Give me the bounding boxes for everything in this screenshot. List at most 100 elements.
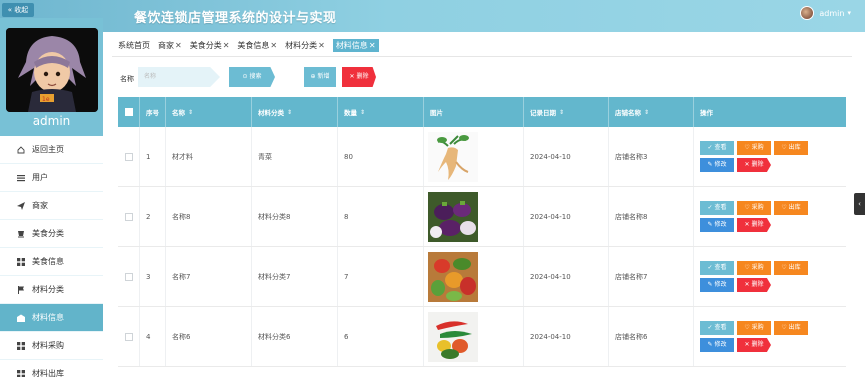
delete-button[interactable]: ✕ 删除 [342,67,376,87]
add-button[interactable]: ⊕ 新增 [304,67,336,87]
row-checkbox[interactable] [125,212,133,221]
cell-no: 1 [140,127,166,186]
select-all-cell[interactable] [118,97,140,127]
sidebar-item-label: 美食分类 [32,229,64,238]
send-icon [17,201,25,210]
edit-button[interactable]: ✎ 修改 [700,338,734,352]
outbound-button[interactable]: ♡ 出库 [774,201,808,215]
tag-merchants[interactable]: 商家✕ [158,40,182,51]
tag-home[interactable]: 系统首页 [118,40,150,51]
cell-ops: ✓ 查看 ♡ 采购 ♡ 出库 ✎ 修改 ✕ 删除 [694,307,846,366]
row-delete-button[interactable]: ✕ 删除 [737,218,771,232]
close-icon[interactable]: ✕ [223,41,230,50]
edit-button[interactable]: ✎ 修改 [700,158,734,172]
header-date[interactable]: 记录日期 ⇕ [524,97,609,127]
tag-material-info[interactable]: 材料信息✕ [332,38,379,52]
header-qty[interactable]: 数量 ⇕ [338,97,424,127]
cell-name: 材才料 [166,127,252,186]
header-store[interactable]: 店铺名称 ⇕ [609,97,694,127]
sidebar-item-material-purchase[interactable]: 材料采购 [0,332,103,360]
outbound-button[interactable]: ♡ 出库 [774,141,808,155]
header-label: 操作 [700,109,713,117]
row-delete-button[interactable]: ✕ 删除 [737,338,771,352]
row-select-cell[interactable] [118,307,140,366]
cell-category: 青菜 [252,127,338,186]
tag-label: 材料信息 [335,40,368,50]
header-category[interactable]: 材料分类 ⇕ [252,97,338,127]
tag-material-category[interactable]: 材料分类✕ [285,40,325,51]
sort-icon[interactable]: ⇕ [188,109,193,116]
sidebar-item-home[interactable]: 返回主页 [0,136,103,164]
sort-icon[interactable]: ⇕ [644,109,649,116]
close-icon[interactable]: ✕ [270,41,277,50]
close-icon[interactable]: ✕ [369,41,376,50]
cell-store: 店铺名称7 [609,247,694,306]
purchase-button[interactable]: ♡ 采购 [737,321,771,335]
row-delete-button[interactable]: ✕ 删除 [737,278,771,292]
sidebar-item-label: 美食信息 [32,257,64,266]
table-row: 2 名称8 材料分类8 8 2024-04-10 店铺名称8 ✓ 查看 ♡ 采购… [118,187,846,247]
outbound-button[interactable]: ♡ 出库 [774,321,808,335]
sidebar-item-food-info[interactable]: 美食信息 [0,248,103,276]
sidebar-item-material-info[interactable]: 材料信息 [0,304,103,332]
sidebar-item-users[interactable]: 用户 [0,164,103,192]
search-button[interactable]: ⊙ 搜索 [229,67,275,87]
sort-icon[interactable]: ⇕ [287,109,292,116]
close-icon[interactable]: ✕ [318,41,325,50]
purchase-button[interactable]: ♡ 采购 [737,141,771,155]
purchase-button[interactable]: ♡ 采购 [737,201,771,215]
sidebar-item-food-category[interactable]: 美食分类 [0,220,103,248]
cell-name: 名称7 [166,247,252,306]
tag-label: 美食信息 [237,40,270,50]
view-button[interactable]: ✓ 查看 [700,141,734,155]
data-table: 序号 名称 ⇕ 材料分类 ⇕ 数量 ⇕ 图片 记录日期 ⇕ 店铺名称 ⇕ 操作 1 材才料… [118,97,846,367]
cell-qty: 7 [338,247,424,306]
header-name[interactable]: 名称 ⇕ [166,97,252,127]
chevron-left-icon[interactable]: ‹ [854,193,865,215]
sidebar-item-material-outbound[interactable]: 材料出库 [0,360,103,377]
row-delete-button[interactable]: ✕ 删除 [737,158,771,172]
sidebar-item-label: 材料信息 [32,313,64,322]
sidebar: 1e admin 返回主页 用户 商家 美食分类 美食信息 材料分类 材料信息 … [0,18,103,377]
sidebar-item-material-category[interactable]: 材料分类 [0,276,103,304]
list-icon [17,174,25,182]
row-select-cell[interactable] [118,247,140,306]
row-select-cell[interactable] [118,127,140,186]
edit-button[interactable]: ✎ 修改 [700,218,734,232]
row-checkbox[interactable] [125,272,133,281]
cell-category: 材料分类6 [252,307,338,366]
row-checkbox[interactable] [125,332,133,341]
collapse-sidebar-button[interactable]: « 收起 [2,3,34,17]
tag-label: 材料分类 [285,40,318,50]
sidebar-profile: 1e admin [0,18,103,136]
sort-icon[interactable]: ⇕ [559,109,564,116]
row-checkbox[interactable] [125,152,133,161]
view-button[interactable]: ✓ 查看 [700,321,734,335]
tag-food-category[interactable]: 美食分类✕ [190,40,230,51]
edit-button[interactable]: ✎ 修改 [700,278,734,292]
material-image [428,251,478,302]
cell-no: 2 [140,187,166,246]
cell-name: 名称6 [166,307,252,366]
cell-no: 4 [140,307,166,366]
tag-food-info[interactable]: 美食信息✕ [237,40,277,51]
select-all-checkbox[interactable] [125,108,133,116]
sidebar-item-merchants[interactable]: 商家 [0,192,103,220]
view-button[interactable]: ✓ 查看 [700,201,734,215]
cell-date: 2024-04-10 [524,247,609,306]
purchase-button[interactable]: ♡ 采购 [737,261,771,275]
top-header: « 收起 餐饮连锁店管理系统的设计与实现 admin ▾ [0,0,865,32]
close-icon[interactable]: ✕ [175,41,182,50]
sort-icon[interactable]: ⇕ [360,109,365,116]
material-image [428,311,478,362]
sidebar-item-label: 商家 [32,201,48,210]
tags-divider [112,56,852,57]
header-label: 序号 [146,109,159,117]
row-select-cell[interactable] [118,187,140,246]
user-menu[interactable]: admin ▾ [800,6,851,20]
view-button[interactable]: ✓ 查看 [700,261,734,275]
outbound-button[interactable]: ♡ 出库 [774,261,808,275]
search-input[interactable]: 名称 [138,67,220,87]
cell-category: 材料分类7 [252,247,338,306]
material-image [428,191,478,242]
